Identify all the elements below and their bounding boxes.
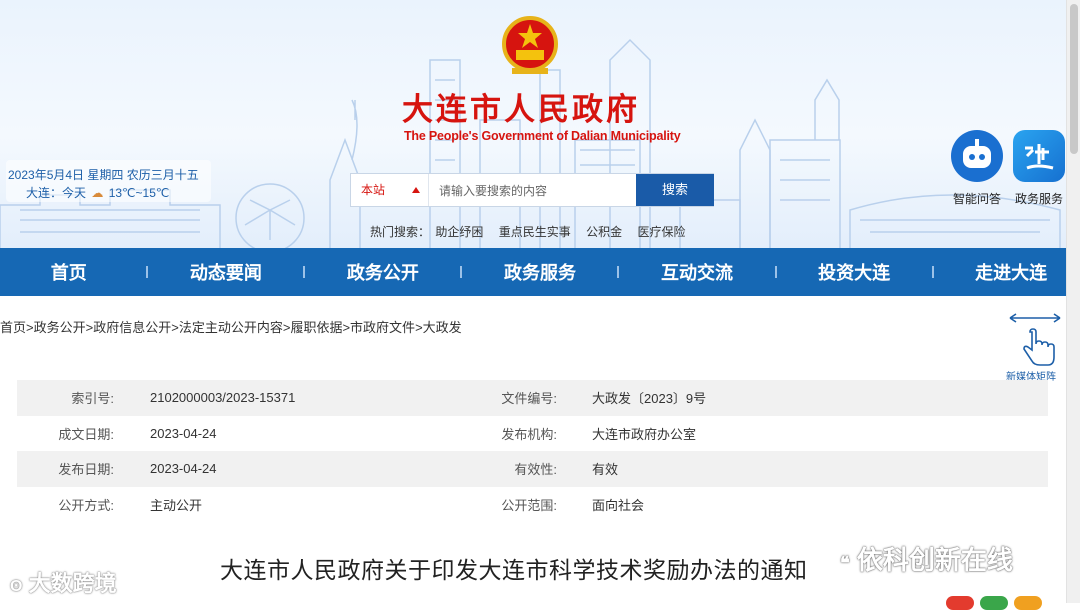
date-text: 2023年5月4日 星期四 农历三月十五 — [8, 168, 199, 182]
hot-term[interactable]: 助企纾困 — [435, 225, 483, 239]
meta-value: 2023-04-24 — [150, 461, 217, 477]
breadcrumb: 首页>政务公开>政府信息公开>法定主动公开内容>履职依据>市政府文件>大政发 — [0, 320, 462, 335]
scrollbar-thumb[interactable] — [1070, 4, 1078, 154]
meta-value: 有效 — [592, 462, 619, 478]
search-button[interactable]: 搜索 — [636, 174, 714, 206]
nav-item-news[interactable]: 动态要闻 — [166, 259, 286, 285]
national-emblem-icon — [502, 16, 558, 74]
search-bar: 本站 搜索 — [350, 173, 714, 208]
document-meta-table: 索引号: 2102000003/2023-15371 文件编号: 大政发〔202… — [17, 380, 1048, 522]
breadcrumb-link[interactable]: 履职依据 — [290, 320, 342, 335]
quick-link-label: 智能问答 — [952, 192, 1001, 206]
meta-key: 公开范围: — [501, 497, 557, 513]
nav-divider — [460, 266, 463, 278]
hot-term[interactable]: 公积金 — [586, 225, 622, 239]
search-scope-select[interactable]: 本站 — [351, 174, 429, 206]
weibo-icon: ʘ — [10, 578, 23, 595]
weather-prefix: 大连：今天 — [26, 186, 87, 200]
robot-icon — [951, 130, 1003, 182]
meta-row: 成文日期: 2023-04-24 发布机构: 大连市政府办公室 — [17, 416, 1048, 452]
meta-key: 索引号: — [71, 391, 114, 407]
nav-divider — [931, 266, 934, 278]
meta-key: 发布机构: — [501, 426, 557, 442]
hot-term[interactable]: 重点民生实事 — [499, 225, 571, 239]
meta-value: 大政发〔2023〕9号 — [592, 391, 707, 407]
nav-divider — [146, 266, 149, 278]
meta-value: 2023-04-24 — [150, 425, 217, 441]
new-media-matrix[interactable]: 新媒体矩阵 — [1006, 310, 1068, 383]
quick-link-label: 政务服务 — [1014, 192, 1063, 206]
wechat-icon: ❝ — [840, 553, 850, 573]
nav-divider — [774, 266, 777, 278]
search-input[interactable] — [431, 174, 643, 208]
meta-key: 有效性: — [514, 462, 557, 478]
floating-share-dot[interactable] — [946, 596, 974, 610]
breadcrumb-link[interactable]: 政府信息公开 — [93, 320, 171, 335]
meta-row: 公开方式: 主动公开 公开范围: 面向社会 — [17, 487, 1048, 523]
vertical-scrollbar[interactable] — [1066, 0, 1080, 603]
caret-up-icon — [412, 187, 420, 193]
floating-share-dot[interactable] — [1014, 596, 1042, 610]
meta-row: 索引号: 2102000003/2023-15371 文件编号: 大政发〔202… — [17, 380, 1048, 416]
nav-item-open-government[interactable]: 政务公开 — [323, 259, 443, 285]
hot-term[interactable]: 医疗保险 — [637, 225, 685, 239]
hot-search: 热门搜索： 助企纾困 重点民生实事 公积金 医疗保险 — [370, 223, 697, 240]
meta-key: 发布日期: — [58, 462, 114, 478]
site-title: 大连市人民政府 — [402, 92, 640, 128]
meta-value: 主动公开 — [150, 497, 203, 513]
meta-row: 发布日期: 2023-04-24 有效性: 有效 — [17, 451, 1048, 487]
weather-temp: 13℃~15℃ — [108, 186, 170, 200]
breadcrumb-link[interactable]: 大政发 — [423, 320, 462, 335]
meta-key: 公开方式: — [58, 497, 114, 513]
hand-pointer-icon — [1009, 313, 1061, 366]
weather-text: 大连：今天 ☁ 13℃~15℃ — [26, 184, 169, 201]
watermark-left: ʘ 大数跨境 — [10, 566, 117, 598]
quick-link-qa[interactable]: 智能问答 — [950, 130, 1004, 207]
document-title: 大连市人民政府关于印发大连市科学技术奖励办法的通知 — [220, 557, 808, 583]
quick-link-service[interactable]: 政务服务 — [1012, 130, 1066, 207]
watermark-text: 依科创新在线 — [856, 545, 1013, 575]
nav-item-invest[interactable]: 投资大连 — [794, 259, 914, 285]
cloud-icon: ☁ — [91, 186, 104, 200]
nav-item-interaction[interactable]: 互动交流 — [637, 259, 757, 285]
breadcrumb-link[interactable]: 首页 — [0, 320, 26, 335]
meta-key: 成文日期: — [58, 426, 114, 442]
nav-divider — [617, 266, 620, 278]
meta-value: 大连市政府办公室 — [592, 426, 697, 442]
nav-item-services[interactable]: 政务服务 — [480, 259, 600, 285]
nav-item-home[interactable]: 首页 — [9, 259, 129, 285]
nav-divider — [303, 266, 306, 278]
floating-share-dot[interactable] — [980, 596, 1008, 610]
breadcrumb-link[interactable]: 市政府文件 — [350, 320, 415, 335]
site-header: 大连市人民政府 The People's Government of Dalia… — [0, 0, 1080, 248]
meta-value: 面向社会 — [592, 497, 645, 513]
watermark-text: 大数跨境 — [28, 571, 117, 596]
main-nav: 首页 动态要闻 政务公开 政务服务 互动交流 投资大连 走进大连 — [0, 248, 1080, 296]
site-subtitle: The People's Government of Dalian Munici… — [404, 129, 681, 143]
breadcrumb-link[interactable]: 法定主动公开内容 — [179, 320, 283, 335]
lian-service-icon — [1013, 130, 1065, 182]
nav-item-about[interactable]: 走进大连 — [951, 259, 1071, 285]
meta-key: 文件编号: — [501, 391, 557, 407]
hot-search-label: 热门搜索： — [370, 225, 431, 239]
meta-value: 2102000003/2023-15371 — [150, 390, 296, 406]
search-scope-label: 本站 — [361, 183, 386, 197]
watermark-right: ❝ 依科创新在线 — [840, 540, 1013, 577]
breadcrumb-link[interactable]: 政务公开 — [34, 320, 86, 335]
